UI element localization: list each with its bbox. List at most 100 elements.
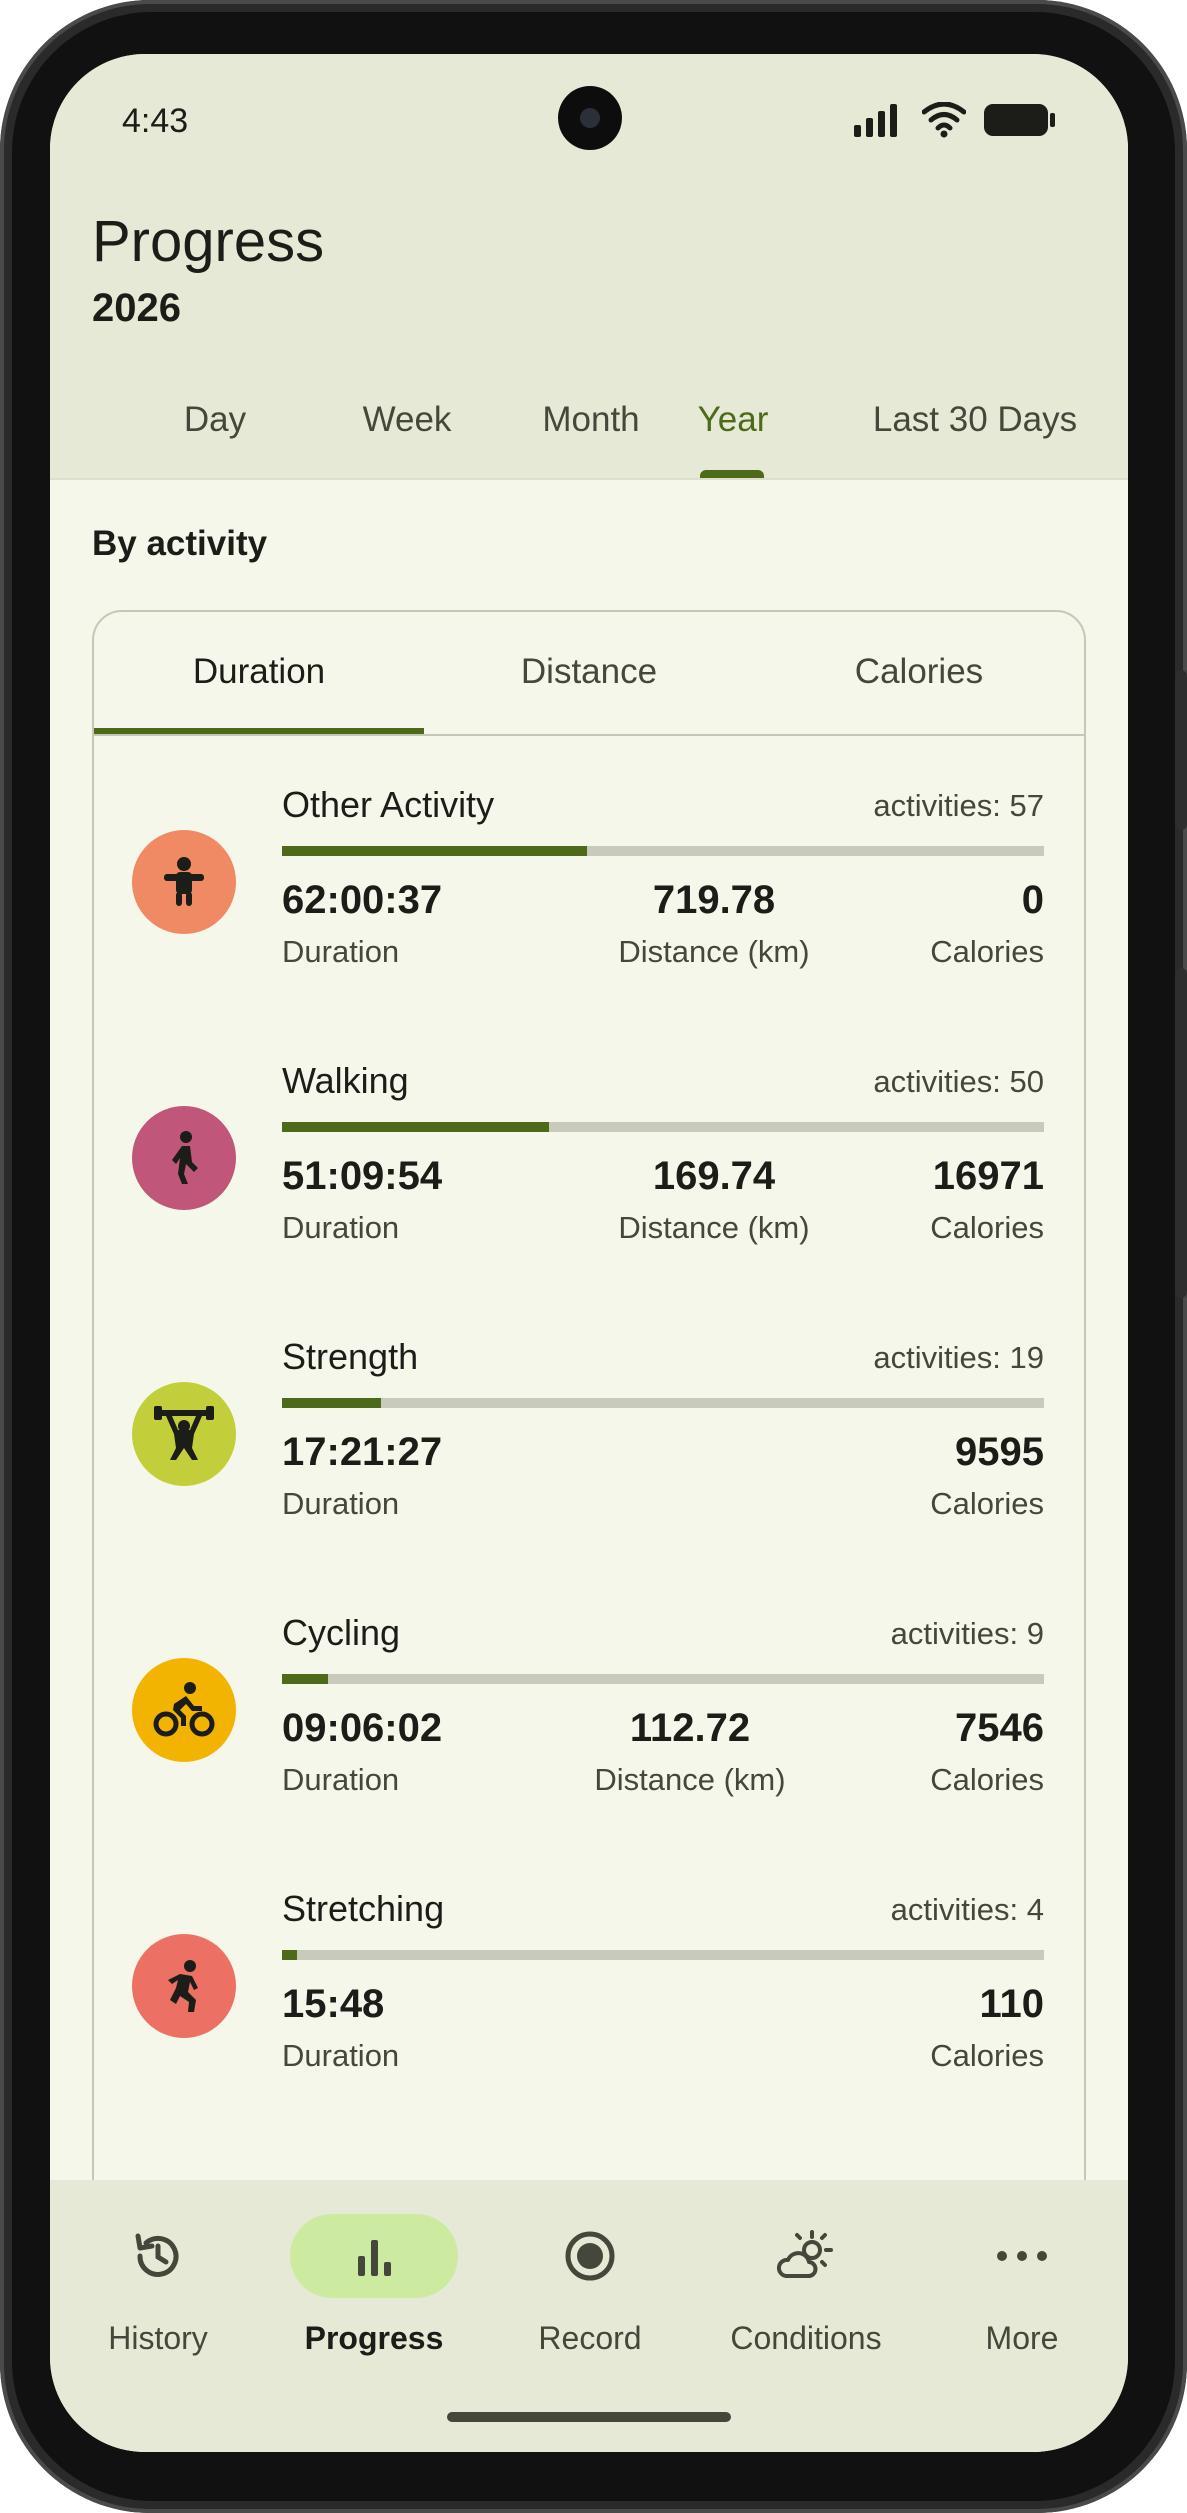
duration-value: 17:21:27	[282, 1430, 443, 1474]
nav-label: Progress	[304, 2320, 444, 2356]
nav-label: History	[108, 2320, 208, 2356]
activity-row-other[interactable]: Other Activity activities: 57 62:00:37 D…	[94, 782, 1084, 1058]
calories-label: Calories	[930, 1210, 1044, 1245]
nav-icon-container	[938, 2214, 1106, 2298]
cycling-icon	[132, 1658, 236, 1762]
calories-value: 16971	[932, 1154, 1044, 1198]
calories-label: Calories	[930, 934, 1044, 969]
duration-label: Duration	[282, 934, 400, 969]
calories-label: Calories	[930, 1486, 1044, 1521]
progress-fill	[282, 1398, 382, 1408]
nav-history[interactable]: History	[50, 2180, 266, 2380]
calories-label: Calories	[930, 1762, 1044, 1797]
nav-label: More	[985, 2320, 1059, 2356]
activity-progress-bar	[282, 1674, 1044, 1684]
status-time: 4:43	[122, 102, 189, 140]
activity-row-cycling[interactable]: Cycling activities: 9 09:06:02 Duration …	[94, 1610, 1084, 1886]
progress-fill	[282, 846, 587, 856]
distance-label: Distance (km)	[618, 934, 810, 969]
activity-progress-bar	[282, 1398, 1044, 1408]
calories-label: Calories	[930, 2038, 1044, 2073]
distance-label: Distance (km)	[618, 1210, 810, 1245]
nav-more[interactable]: More	[914, 2180, 1128, 2380]
calories-value: 110	[979, 1982, 1044, 2026]
nav-label: Record	[538, 2320, 642, 2356]
signal-icon	[854, 104, 897, 137]
page-title: Progress	[92, 209, 325, 274]
record-icon	[565, 2231, 615, 2281]
activity-card: Duration Distance Calories Other Activit…	[92, 610, 1086, 2452]
nav-icon-container	[290, 2214, 458, 2298]
status-icons	[852, 100, 1056, 140]
battery-icon	[984, 104, 1055, 136]
calories-value: 9595	[955, 1430, 1044, 1474]
activity-name: Cycling	[282, 1612, 401, 1653]
duration-label: Duration	[282, 1762, 400, 1797]
duration-value: 51:09:54	[282, 1154, 443, 1198]
year-label: 2026	[92, 286, 181, 330]
duration-value: 15:48	[282, 1982, 385, 2026]
more-icon	[997, 2251, 1047, 2261]
weather-icon	[776, 2230, 833, 2278]
tab-day[interactable]: Day	[120, 400, 310, 478]
activity-count: activities: 19	[873, 1340, 1044, 1375]
metric-tab-indicator	[94, 728, 424, 734]
stretching-icon	[132, 1934, 236, 2038]
tab-last-30-days[interactable]: Last 30 Days	[840, 400, 1110, 478]
tab-week[interactable]: Week	[312, 400, 502, 478]
walking-icon	[132, 1106, 236, 1210]
other-activity-icon	[132, 830, 236, 934]
distance-value: 169.74	[652, 1154, 776, 1198]
activity-count: activities: 4	[890, 1892, 1044, 1927]
tab-duration[interactable]: Duration	[94, 612, 424, 732]
activity-row-walking[interactable]: Walking activities: 50 51:09:54 Duration…	[94, 1058, 1084, 1334]
nav-label: Conditions	[730, 2320, 882, 2356]
calories-value: 0	[1021, 878, 1044, 922]
distance-value: 112.72	[629, 1706, 751, 1750]
progress-fill	[282, 1122, 549, 1132]
metric-tabs: Duration Distance Calories	[94, 612, 1084, 736]
home-indicator[interactable]	[447, 2412, 731, 2422]
nav-conditions[interactable]: Conditions	[698, 2180, 914, 2380]
front-camera	[558, 86, 622, 150]
strength-icon	[132, 1382, 236, 1486]
activity-progress-bar	[282, 846, 1044, 856]
power-button	[1175, 670, 1187, 830]
distance-value: 719.78	[652, 878, 776, 922]
activity-name: Stretching	[282, 1888, 445, 1929]
activity-row-strength[interactable]: Strength activities: 19 17:21:27 Duratio…	[94, 1334, 1084, 1610]
activity-count: activities: 57	[873, 788, 1044, 823]
period-tabs: Day Week Month Year Last 30 Days	[50, 400, 1128, 478]
tab-year[interactable]: Year	[638, 400, 828, 478]
tab-distance[interactable]: Distance	[424, 612, 754, 732]
duration-label: Duration	[282, 1486, 400, 1521]
activity-name: Strength	[282, 1336, 419, 1377]
nav-progress[interactable]: Progress	[266, 2180, 482, 2380]
history-icon	[135, 2233, 179, 2277]
tab-active-indicator	[700, 470, 764, 478]
distance-label: Distance (km)	[594, 1762, 786, 1797]
volume-button	[1175, 968, 1187, 1298]
duration-label: Duration	[282, 2038, 400, 2073]
duration-value: 09:06:02	[282, 1706, 443, 1750]
activity-progress-bar	[282, 1122, 1044, 1132]
activity-name: Walking	[282, 1060, 409, 1101]
duration-value: 62:00:37	[282, 878, 443, 922]
activity-count: activities: 9	[890, 1616, 1044, 1651]
tab-calories[interactable]: Calories	[754, 612, 1084, 732]
nav-record[interactable]: Record	[482, 2180, 698, 2380]
activity-progress-bar	[282, 1950, 1044, 1960]
activity-row-stretching[interactable]: Stretching activities: 4 15:48 Duration …	[94, 1886, 1084, 2162]
wifi-icon	[922, 102, 966, 138]
activity-count: activities: 50	[873, 1064, 1044, 1099]
nav-icon-container	[506, 2214, 674, 2298]
app-screen: 4:43 Progress 2026 Day Week Month Year L…	[50, 54, 1128, 2452]
bar-chart-icon	[358, 2240, 391, 2276]
header-divider	[50, 478, 1128, 480]
activity-name: Other Activity	[282, 784, 495, 825]
calories-value: 7546	[955, 1706, 1044, 1750]
progress-fill	[282, 1950, 298, 1960]
nav-icon-container	[74, 2214, 242, 2298]
progress-fill	[282, 1674, 328, 1684]
nav-icon-container	[722, 2214, 890, 2298]
